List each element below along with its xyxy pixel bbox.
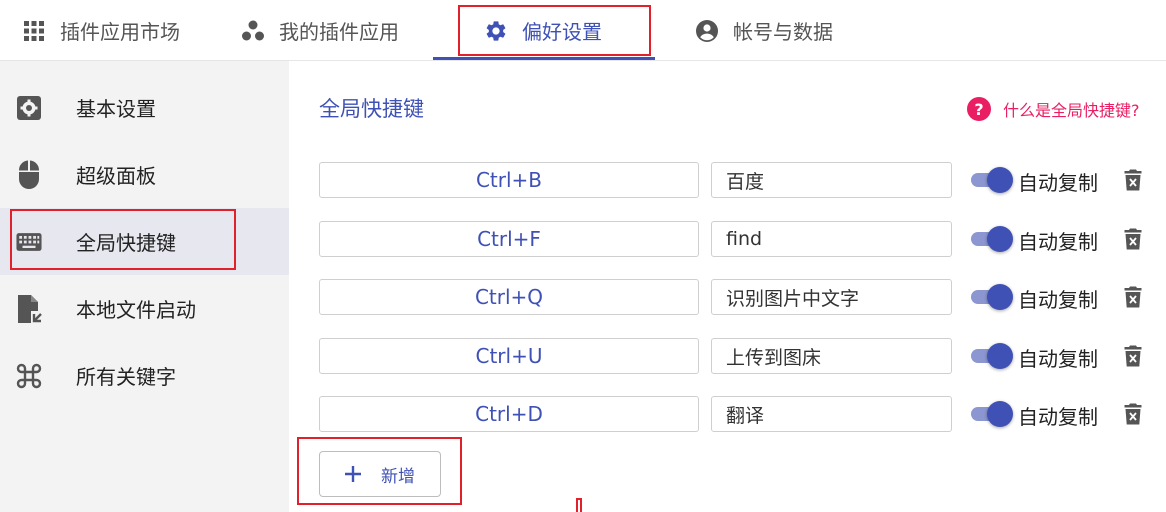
- shortcut-key-field[interactable]: Ctrl+Q: [319, 279, 699, 315]
- tab-preferences[interactable]: 偏好设置: [484, 0, 602, 61]
- add-button-label: 新增: [381, 466, 415, 487]
- mouse-icon: [16, 160, 42, 189]
- auto-copy-toggle[interactable]: [969, 167, 1013, 193]
- sidebar-item-basic-settings[interactable]: 基本设置: [0, 74, 289, 141]
- delete-icon[interactable]: [1121, 343, 1145, 369]
- shortcut-key-field[interactable]: Ctrl+F: [319, 221, 699, 257]
- auto-copy-toggle[interactable]: [969, 343, 1013, 369]
- active-tab-indicator: [433, 57, 655, 60]
- shortcut-key-field[interactable]: Ctrl+U: [319, 338, 699, 374]
- tab-my-plugins[interactable]: 我的插件应用: [241, 0, 399, 61]
- auto-copy-label: 自动复制: [1018, 171, 1098, 195]
- help-icon: ?: [967, 97, 991, 121]
- shortcut-row: Ctrl+D 翻译 自动复制: [319, 396, 1149, 432]
- delete-icon[interactable]: [1121, 226, 1145, 252]
- shortcut-row: Ctrl+F find 自动复制: [319, 221, 1149, 257]
- file-launch-icon: [16, 294, 42, 323]
- account-icon: [695, 19, 719, 43]
- shortcut-keyword-input[interactable]: 翻译: [711, 396, 952, 432]
- bubbles-icon: [241, 19, 265, 43]
- settings-sidebar: 基本设置 超级面板 全局快捷键 本地文件启动 所有关键字: [0, 61, 289, 512]
- delete-icon[interactable]: [1121, 401, 1145, 427]
- shortcut-row: Ctrl+U 上传到图床 自动复制: [319, 338, 1149, 374]
- auto-copy-label: 自动复制: [1018, 230, 1098, 254]
- tab-label: 帐号与数据: [733, 20, 833, 44]
- shortcut-keyword-input[interactable]: 识别图片中文字: [711, 279, 952, 315]
- add-shortcut-button[interactable]: 新增: [319, 451, 441, 497]
- command-key-icon: [16, 363, 42, 389]
- help-link[interactable]: ? 什么是全局快捷键?: [967, 97, 1140, 121]
- sidebar-item-all-keywords[interactable]: 所有关键字: [0, 342, 289, 409]
- auto-copy-label: 自动复制: [1018, 288, 1098, 312]
- shortcut-keyword-input[interactable]: 上传到图床: [711, 338, 952, 374]
- tab-account-data[interactable]: 帐号与数据: [695, 0, 833, 61]
- settings-box-icon: [16, 95, 42, 121]
- shortcut-keyword-input[interactable]: 百度: [711, 162, 952, 198]
- plus-icon: [342, 463, 364, 485]
- delete-icon[interactable]: [1121, 167, 1145, 193]
- sidebar-item-label: 本地文件启动: [76, 298, 196, 322]
- shortcut-key-field[interactable]: Ctrl+B: [319, 162, 699, 198]
- shortcut-row: Ctrl+B 百度 自动复制: [319, 162, 1149, 198]
- shortcut-key-field[interactable]: Ctrl+D: [319, 396, 699, 432]
- delete-icon[interactable]: [1121, 284, 1145, 310]
- sidebar-item-global-shortcuts[interactable]: 全局快捷键: [0, 208, 289, 275]
- sidebar-item-label: 基本设置: [76, 97, 156, 121]
- auto-copy-toggle[interactable]: [969, 284, 1013, 310]
- tab-label: 插件应用市场: [60, 20, 180, 44]
- auto-copy-label: 自动复制: [1018, 347, 1098, 371]
- shortcuts-panel: 全局快捷键 ? 什么是全局快捷键? Ctrl+B 百度 自动复制 Ctrl+F …: [289, 61, 1166, 512]
- page-title: 全局快捷键: [319, 97, 424, 121]
- auto-copy-toggle[interactable]: [969, 226, 1013, 252]
- tab-plugin-market[interactable]: 插件应用市场: [22, 0, 180, 61]
- auto-copy-toggle[interactable]: [969, 401, 1013, 427]
- sidebar-item-super-panel[interactable]: 超级面板: [0, 141, 289, 208]
- gear-icon: [484, 19, 508, 43]
- auto-copy-label: 自动复制: [1018, 405, 1098, 429]
- shortcut-row: Ctrl+Q 识别图片中文字 自动复制: [319, 279, 1149, 315]
- sidebar-item-label: 所有关键字: [76, 365, 176, 389]
- sidebar-item-local-file-launch[interactable]: 本地文件启动: [0, 275, 289, 342]
- tab-label: 我的插件应用: [279, 20, 399, 44]
- keyboard-icon: [16, 229, 42, 255]
- help-link-text: 什么是全局快捷键?: [1003, 101, 1140, 120]
- shortcut-keyword-input[interactable]: find: [711, 221, 952, 257]
- sidebar-item-label: 全局快捷键: [76, 231, 176, 255]
- apps-grid-icon: [22, 19, 46, 43]
- sidebar-item-label: 超级面板: [76, 164, 156, 188]
- tab-label: 偏好设置: [522, 20, 602, 44]
- top-tab-bar: 插件应用市场 我的插件应用 偏好设置 帐号与数据: [0, 0, 1166, 61]
